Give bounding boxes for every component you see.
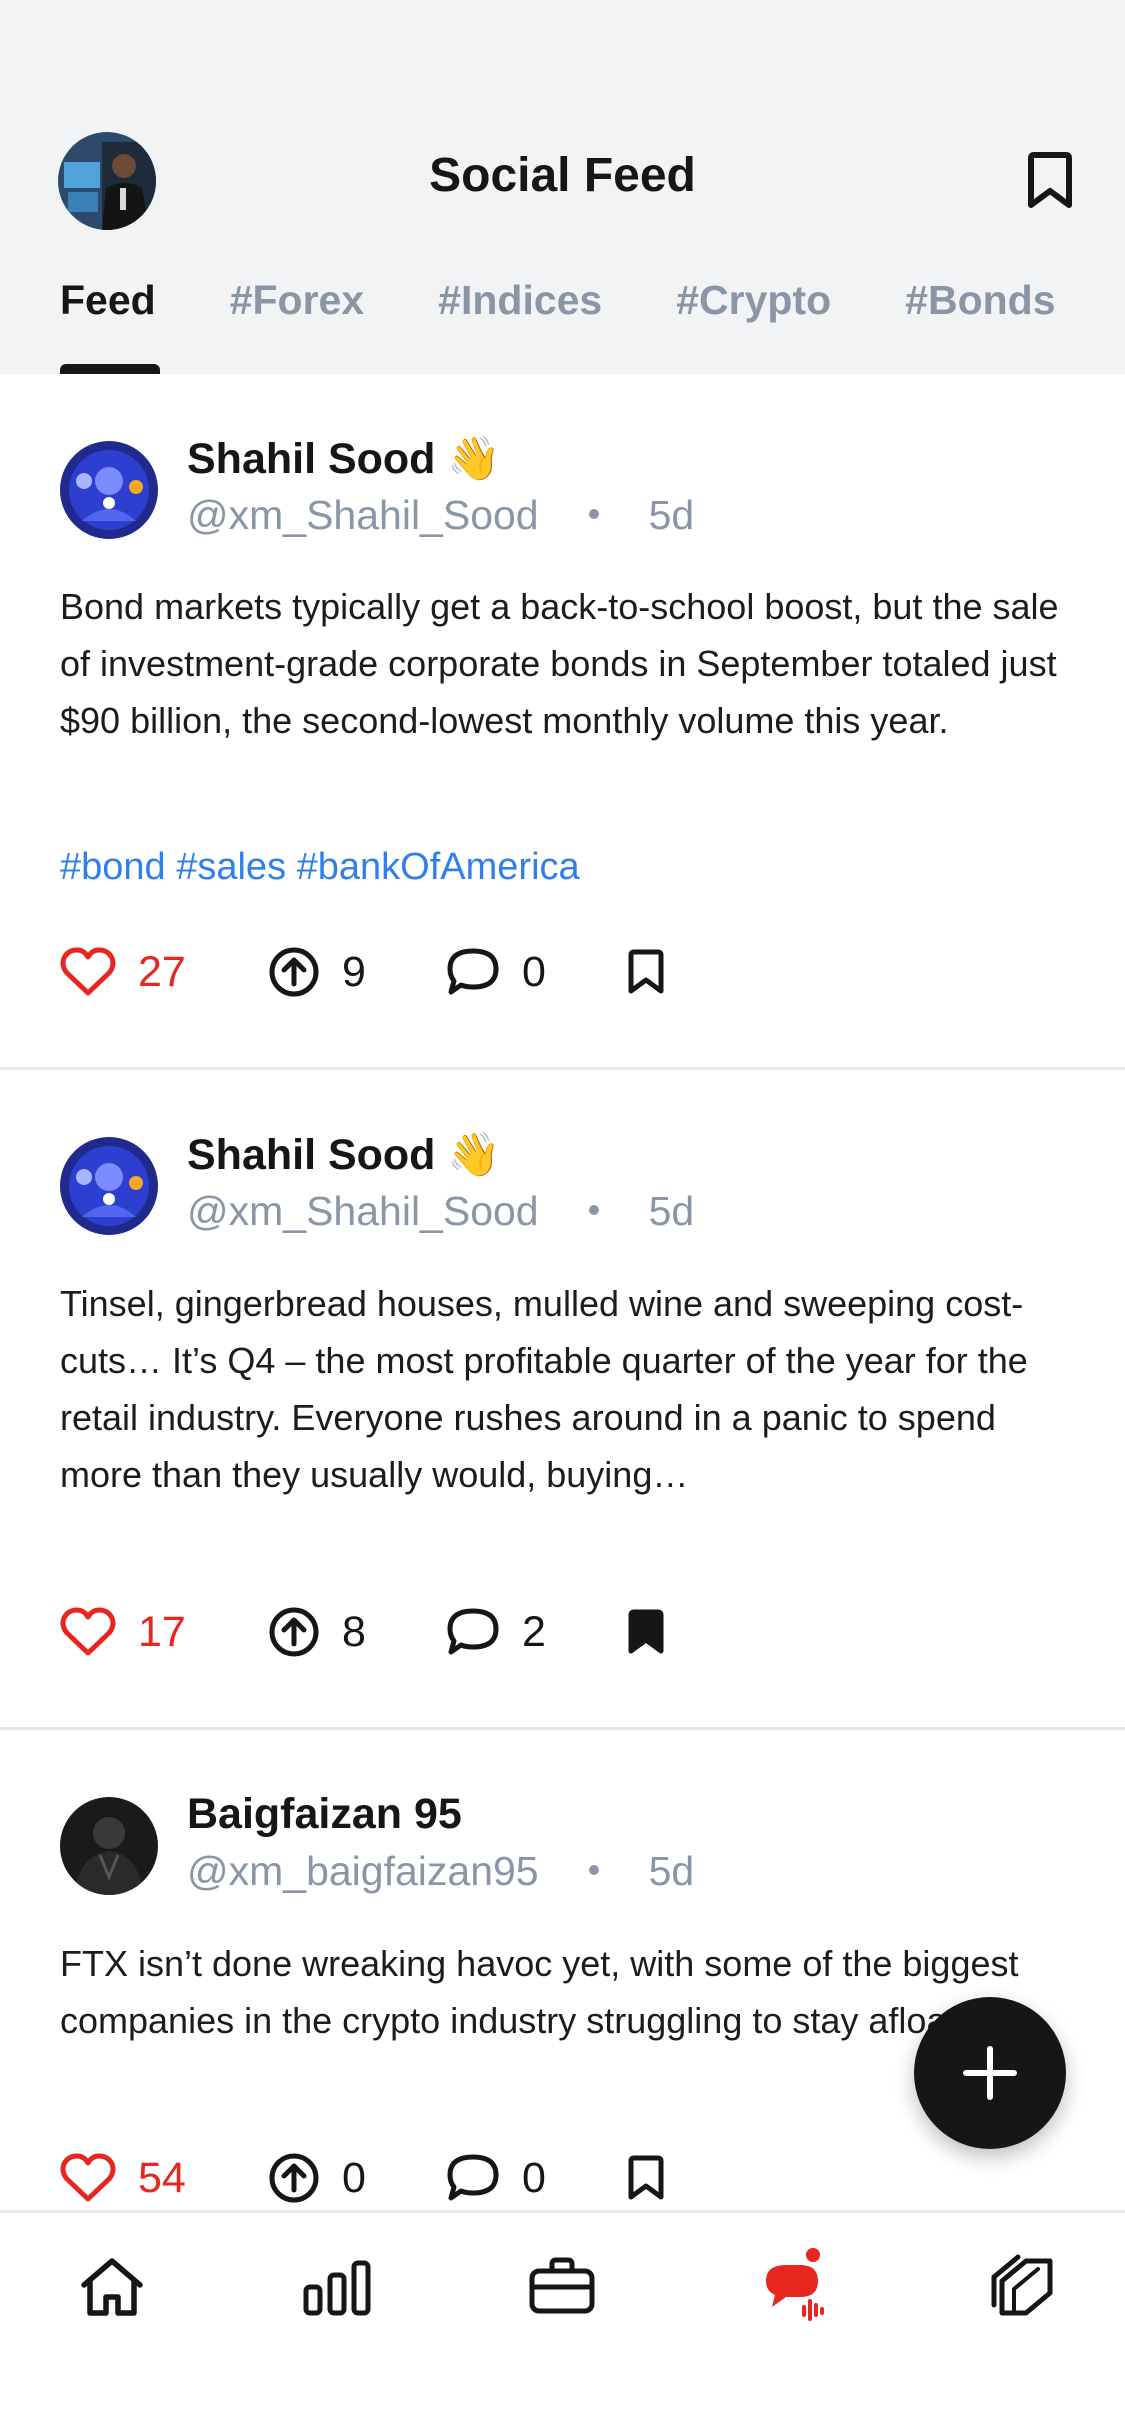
nav-social[interactable] — [756, 2247, 836, 2327]
post-divider — [0, 1727, 1125, 1730]
post-time: 5d — [648, 1848, 695, 1894]
author-avatar[interactable] — [60, 1797, 158, 1895]
like-button[interactable]: 54 — [60, 2148, 186, 2208]
share-count: 9 — [342, 947, 366, 996]
like-count: 54 — [138, 2153, 186, 2202]
post-actions: 27 9 0 — [60, 942, 1060, 1002]
comment-icon — [447, 948, 499, 995]
nav-home[interactable] — [72, 2247, 152, 2327]
post-divider — [0, 1067, 1125, 1070]
author-meta: @xm_Shahil_Sood 5d — [187, 492, 694, 539]
post-tags[interactable]: #bond #sales #bankOfAmerica — [60, 846, 580, 889]
arrow-up-circle-icon — [269, 2153, 319, 2203]
markets-icon — [303, 2260, 371, 2316]
portfolio-icon — [529, 2257, 595, 2314]
nav-markets[interactable] — [298, 2247, 378, 2327]
comment-button[interactable]: 0 — [446, 942, 546, 1002]
save-post-button[interactable] — [628, 2148, 664, 2208]
comment-count: 2 — [522, 1607, 546, 1656]
like-count: 27 — [138, 947, 186, 996]
heart-icon — [60, 1607, 116, 1656]
post-body[interactable]: Tinsel, gingerbread houses, mulled wine … — [60, 1275, 1070, 1503]
like-button[interactable]: 27 — [60, 942, 186, 1002]
post-time: 5d — [648, 1188, 695, 1234]
arrow-up-circle-icon — [269, 1607, 319, 1657]
author-avatar[interactable] — [60, 441, 158, 539]
author-name[interactable]: Baigfaizan 95 — [187, 1790, 462, 1839]
separator-dot — [588, 509, 599, 520]
social-icon — [766, 2248, 824, 2321]
nav-portfolio[interactable] — [522, 2247, 602, 2327]
comment-button[interactable]: 0 — [446, 2148, 546, 2208]
heart-icon — [60, 947, 116, 996]
tab-feed[interactable]: Feed — [60, 270, 160, 374]
save-post-button[interactable] — [628, 942, 664, 1002]
share-button[interactable]: 0 — [268, 2148, 366, 2208]
arrow-up-circle-icon — [269, 947, 319, 997]
share-count: 0 — [342, 2153, 366, 2202]
author-meta: @xm_baigfaizan95 5d — [187, 1848, 694, 1895]
heart-icon — [60, 2153, 116, 2202]
share-button[interactable]: 9 — [268, 942, 366, 1002]
tab-crypto[interactable]: #Crypto — [676, 270, 831, 374]
post-body[interactable]: FTX isn’t done wreaking havoc yet, with … — [60, 1935, 1070, 2049]
post-time: 5d — [648, 492, 695, 538]
bookmark-icon — [628, 949, 664, 994]
author-handle[interactable]: @xm_baigfaizan95 — [187, 1848, 539, 1894]
comment-icon — [447, 2154, 499, 2201]
share-count: 8 — [342, 1607, 366, 1656]
like-button[interactable]: 17 — [60, 1602, 186, 1662]
instruments-icon — [991, 2254, 1053, 2316]
plus-icon — [963, 2046, 1017, 2100]
nav-instruments[interactable] — [980, 2247, 1060, 2327]
post-actions: 54 0 0 — [60, 2148, 1060, 2208]
tab-indices[interactable]: #Indices — [438, 270, 602, 374]
bookmark-icon — [628, 2155, 664, 2200]
separator-dot — [588, 1205, 599, 1216]
separator-dot — [588, 1865, 599, 1876]
author-name[interactable]: Shahil Sood 👋 — [187, 1130, 501, 1180]
share-button[interactable]: 8 — [268, 1602, 366, 1662]
tab-bonds[interactable]: #Bonds — [905, 270, 1055, 374]
comment-count: 0 — [522, 947, 546, 996]
author-name[interactable]: Shahil Sood 👋 — [187, 434, 501, 484]
bookmark-filled-icon — [628, 1609, 664, 1654]
comment-icon — [447, 1608, 499, 1655]
like-count: 17 — [138, 1607, 186, 1656]
comment-button[interactable]: 2 — [446, 1602, 546, 1662]
page-title: Social Feed — [429, 149, 696, 202]
author-meta: @xm_Shahil_Sood 5d — [187, 1188, 694, 1235]
bottom-navigation — [0, 2210, 1125, 2436]
author-handle[interactable]: @xm_Shahil_Sood — [187, 492, 539, 538]
bookmarks-icon[interactable] — [1026, 150, 1074, 210]
app-header: Social Feed Feed #Forex #Indices #Crypto… — [0, 0, 1125, 374]
post-actions: 17 8 2 — [60, 1602, 1060, 1662]
feed-tabs: Feed #Forex #Indices #Crypto #Bonds — [60, 270, 1125, 374]
save-post-button[interactable] — [628, 1602, 664, 1662]
author-handle[interactable]: @xm_Shahil_Sood — [187, 1188, 539, 1234]
create-post-button[interactable] — [914, 1997, 1066, 2149]
author-avatar[interactable] — [60, 1137, 158, 1235]
post-body[interactable]: Bond markets typically get a back-to-sch… — [60, 578, 1070, 749]
home-icon — [81, 2258, 143, 2316]
tab-forex[interactable]: #Forex — [230, 270, 364, 374]
comment-count: 0 — [522, 2153, 546, 2202]
